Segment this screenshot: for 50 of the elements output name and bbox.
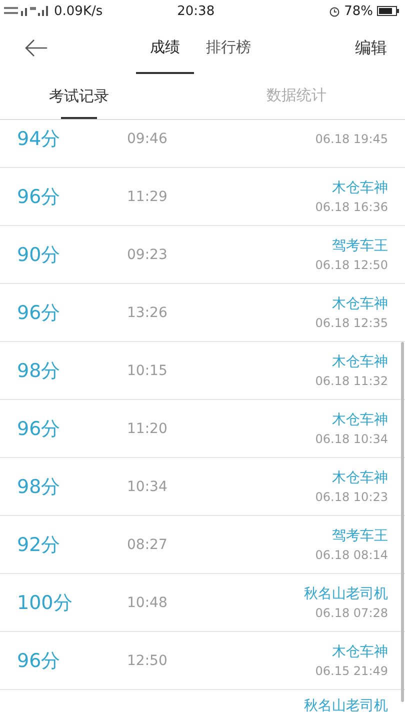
duration-text: 08:27	[127, 536, 168, 552]
rank-title: 木仓车神	[332, 295, 388, 313]
score-text: 96分	[17, 300, 62, 326]
battery-icon	[377, 6, 399, 16]
date-text: 06.18 19:45	[315, 132, 388, 146]
date-text: 06.18 10:34	[315, 432, 388, 446]
rank-title: 木仓车神	[332, 179, 388, 197]
duration-text: 10:15	[127, 362, 168, 378]
score-text: 96分	[17, 416, 62, 442]
date-text: 06.15 21:49	[315, 664, 388, 678]
rank-title: 木仓车神	[332, 353, 388, 371]
rank-title: 木仓车神	[332, 643, 388, 661]
battery-percent: 78%	[344, 4, 373, 18]
date-text: 06.18 08:14	[315, 548, 388, 562]
scrollbar[interactable]	[401, 342, 404, 702]
score-text: 98分	[17, 358, 62, 384]
duration-text: 10:48	[127, 594, 168, 610]
score-text: 90分	[17, 242, 62, 268]
duration-text: 11:20	[127, 420, 168, 436]
date-text: 06.18 07:28	[315, 606, 388, 620]
rank-title: 木仓车神	[332, 469, 388, 487]
rank-title: 驾考车王	[332, 237, 388, 255]
signal-icon	[4, 5, 50, 17]
alarm-icon	[329, 6, 340, 16]
score-text: 100分	[17, 590, 74, 616]
duration-text: 11:29	[127, 188, 168, 204]
date-text: 06.18 12:50	[315, 258, 388, 272]
date-text: 06.18 12:35	[315, 316, 388, 330]
rank-title: 秋名山老司机	[304, 697, 388, 715]
date-text: 06.18 11:32	[315, 374, 388, 388]
date-text: 06.18 16:36	[315, 200, 388, 214]
back-arrow-icon[interactable]	[24, 39, 48, 57]
rank-title: 木仓车神	[332, 411, 388, 429]
rank-title: 秋名山老司机	[304, 585, 388, 603]
score-text: 96分	[17, 184, 62, 210]
duration-text: 13:26	[127, 304, 168, 320]
edit-button[interactable]: 编辑	[355, 38, 387, 58]
score-text: 94分	[17, 126, 62, 152]
duration-text: 09:46	[127, 130, 168, 146]
rank-title: 驾考车王	[332, 527, 388, 545]
duration-text: 10:34	[127, 478, 168, 494]
duration-text: 09:23	[127, 246, 168, 262]
duration-text: 12:50	[127, 652, 168, 668]
nav-tab[interactable]: 排行榜	[194, 22, 263, 74]
clock: 20:38	[177, 4, 216, 18]
network-speed: 0.09K/s	[54, 4, 103, 18]
score-text: 98分	[17, 474, 62, 500]
score-text: 96分	[17, 648, 62, 674]
date-text: 06.18 10:23	[315, 490, 388, 504]
score-text: 92分	[17, 532, 62, 558]
